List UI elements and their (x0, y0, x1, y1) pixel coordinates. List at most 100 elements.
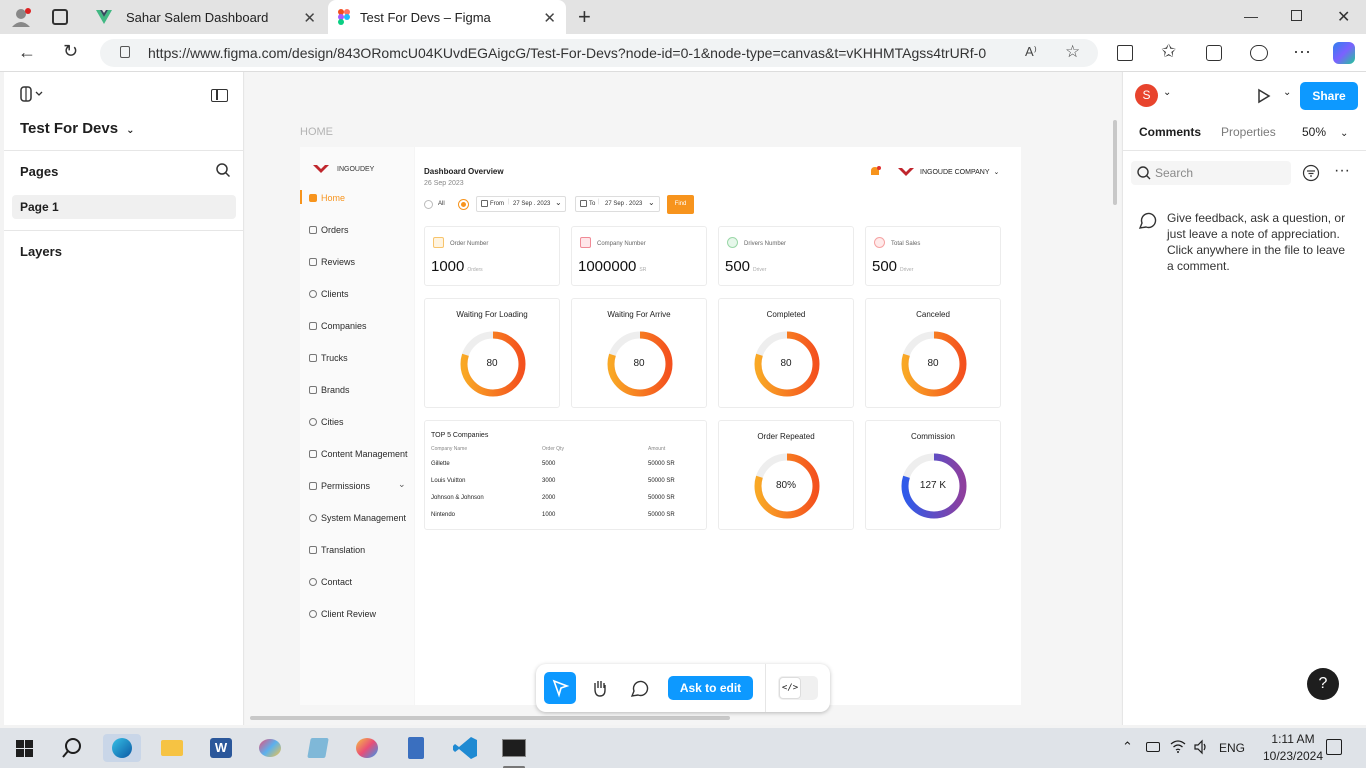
radio-all[interactable] (424, 200, 433, 209)
read-aloud-icon[interactable]: A⁾ (1025, 44, 1037, 60)
nav-item-system-management[interactable]: System Management (309, 513, 406, 523)
close-icon[interactable]: ✕ (303, 9, 316, 27)
vertical-scrollbar[interactable] (1113, 120, 1117, 205)
edge-icon[interactable] (103, 734, 141, 762)
bell-icon[interactable] (869, 166, 881, 178)
split-screen-icon[interactable] (1117, 45, 1133, 61)
more-menu-icon[interactable]: ··· (1293, 41, 1311, 62)
url-field[interactable]: https://www.figma.com/design/843ORomcU04… (100, 39, 1098, 67)
frame-label[interactable]: HOME (300, 126, 333, 138)
share-button[interactable]: Share (1300, 82, 1358, 110)
chevron-down-icon[interactable]: ⌄ (1163, 87, 1171, 98)
nav-item-clients[interactable]: Clients (309, 289, 349, 299)
help-button[interactable]: ? (1307, 668, 1339, 700)
more-options-icon[interactable]: ··· (1334, 162, 1350, 180)
vscode-icon[interactable] (450, 734, 480, 762)
new-tab-icon[interactable]: + (578, 4, 591, 30)
paint-3d-icon[interactable] (352, 734, 382, 762)
nav-item-client-review[interactable]: Client Review (309, 609, 376, 619)
restore-icon[interactable] (1291, 10, 1302, 21)
close-window-icon[interactable]: ✕ (1337, 7, 1350, 27)
copilot-icon[interactable] (1333, 42, 1355, 64)
nav-item-permissions[interactable]: Permissions (309, 481, 370, 491)
refresh-icon[interactable]: ↻ (63, 41, 78, 62)
tab-comments[interactable]: Comments (1139, 125, 1201, 139)
nav-item-content-management[interactable]: Content Management (309, 449, 408, 459)
close-icon[interactable]: ✕ (543, 9, 556, 27)
favorites-icon[interactable]: ✩ (1161, 41, 1176, 62)
battery-icon[interactable] (1146, 742, 1160, 752)
review-icon (309, 610, 317, 618)
search-icon[interactable] (216, 163, 230, 177)
address-bar-row: ← ↻ https://www.figma.com/design/843ORom… (0, 34, 1366, 72)
company-selector[interactable]: INGOUDE COMPANY ⌄ (920, 168, 999, 176)
find-button[interactable]: Find (667, 195, 694, 214)
figma-left-panel: Test For Devs ⌄ Pages Page 1 Layers (4, 72, 244, 725)
comment-tool-icon[interactable] (630, 679, 650, 699)
table-cell: 50000 SR (648, 495, 675, 501)
notepad-icon[interactable] (303, 734, 333, 762)
horizontal-scrollbar[interactable] (250, 716, 730, 720)
radio-date[interactable] (458, 199, 469, 210)
table-cell: Johnson & Johnson (431, 495, 484, 501)
commission-card: Commission 127 K (865, 420, 1001, 530)
windows-start-icon[interactable] (16, 740, 33, 757)
nav-item-cities[interactable]: Cities (309, 417, 344, 427)
chevron-down-icon[interactable]: ⌄ (1283, 87, 1291, 98)
clock-date[interactable]: 10/23/2024 (1257, 749, 1329, 763)
performance-icon[interactable] (1250, 45, 1268, 61)
tab-figma[interactable]: Test For Devs – Figma ✕ (328, 0, 566, 34)
nav-item-trucks[interactable]: Trucks (309, 353, 348, 363)
nav-item-contact[interactable]: Contact (309, 577, 352, 587)
toggle-panel-icon[interactable] (211, 89, 228, 102)
search-icon[interactable] (61, 737, 83, 759)
donut-card-waiting-loading: Waiting For Loading 80 (424, 298, 560, 408)
profile-avatar-icon[interactable] (10, 7, 32, 27)
nav-item-home[interactable]: Home (309, 193, 345, 203)
ask-to-edit-button[interactable]: Ask to edit (668, 676, 753, 700)
calculator-icon[interactable] (401, 734, 431, 762)
paint-icon[interactable] (255, 734, 285, 762)
favorite-star-icon[interactable]: ☆ (1065, 42, 1080, 62)
speaker-icon[interactable] (1193, 739, 1209, 755)
wifi-icon[interactable] (1170, 739, 1186, 753)
avatar[interactable]: S (1135, 84, 1158, 107)
file-explorer-icon[interactable] (157, 734, 187, 762)
zoom-level[interactable]: 50% ⌄ (1302, 125, 1348, 139)
nav-item-brands[interactable]: Brands (309, 385, 350, 395)
move-tool-button[interactable] (544, 672, 576, 704)
clock-time[interactable]: 1:11 AM (1263, 732, 1323, 746)
tab-properties[interactable]: Properties (1221, 125, 1276, 139)
nav-item-orders[interactable]: Orders (309, 225, 349, 235)
chevron-down-icon[interactable]: ⌄ (398, 479, 406, 490)
language-indicator[interactable]: ENG (1219, 741, 1245, 755)
collections-icon[interactable] (1206, 45, 1222, 61)
tab-actions-icon[interactable] (52, 9, 68, 25)
chevron-up-icon[interactable]: ⌃ (1122, 739, 1133, 755)
word-icon[interactable]: W (206, 734, 236, 762)
back-icon[interactable]: ← (18, 42, 36, 63)
nav-item-reviews[interactable]: Reviews (309, 257, 355, 267)
filter-icon[interactable] (1302, 164, 1320, 182)
figma-menu-icon[interactable] (20, 86, 44, 102)
file-name[interactable]: Test For Devs ⌄ (20, 120, 134, 137)
chevron-down-icon: ⌄ (126, 125, 135, 136)
hand-tool-icon[interactable] (590, 678, 610, 698)
table-cell: Nintendo (431, 512, 456, 518)
dev-mode-toggle[interactable]: </> (778, 676, 818, 700)
brand-name: INGOUDEY (337, 166, 375, 173)
nav-item-translation[interactable]: Translation (309, 545, 365, 555)
donut-value: 127 K (919, 480, 947, 491)
order-repeated-card: Order Repeated 80% (718, 420, 854, 530)
nav-item-companies[interactable]: Companies (309, 321, 367, 331)
comment-search-input[interactable]: Search (1131, 161, 1291, 185)
notifications-icon[interactable] (1326, 739, 1342, 755)
companies-icon (309, 322, 317, 330)
minimize-icon[interactable]: — (1244, 8, 1258, 24)
from-date-picker[interactable]: From | 27 Sep . 2023 ⌄ (476, 196, 566, 212)
tab-sahar-dashboard[interactable]: Sahar Salem Dashboard ✕ (88, 0, 326, 34)
to-date-picker[interactable]: To | 27 Sep . 2023 ⌄ (575, 196, 660, 212)
present-play-icon[interactable] (1257, 88, 1271, 104)
terminal-icon[interactable] (499, 734, 529, 768)
page-item-page-1[interactable]: Page 1 (12, 195, 236, 219)
